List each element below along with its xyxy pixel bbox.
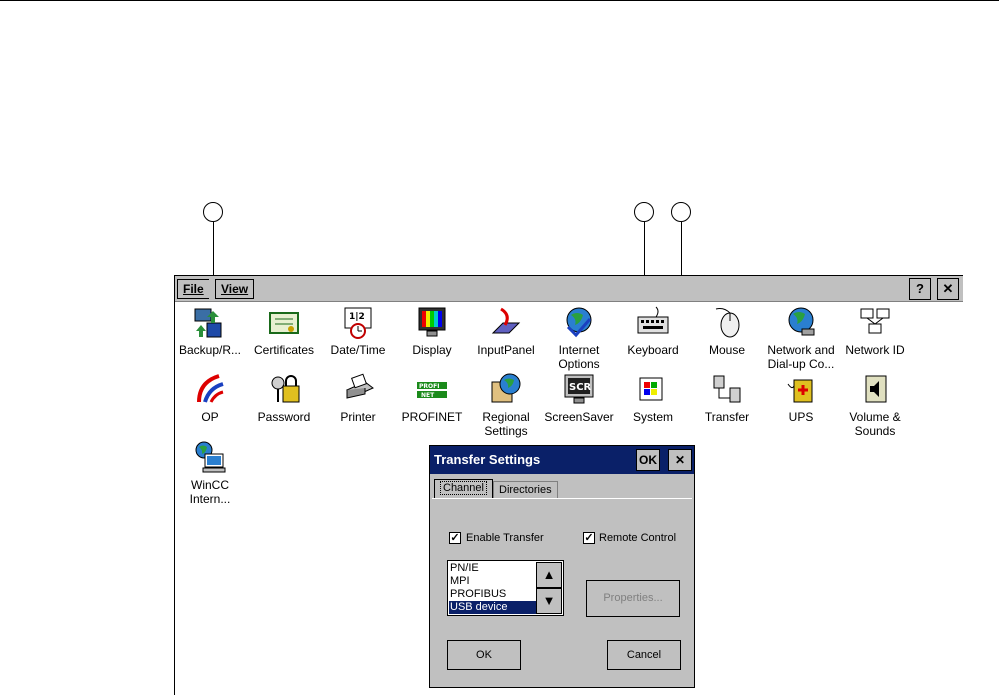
control-panel-item-regional-settings[interactable]: Regional Settings [468,372,544,438]
password-icon [271,375,300,403]
icon-label: WinCC Intern... [189,478,231,506]
control-panel-item-internet-options[interactable]: Internet Options [541,305,617,371]
icon-label: Network ID [845,343,905,357]
internet-options-icon [566,307,592,338]
keyboard-icon [637,306,669,334]
icon-label: PROFINET [401,410,463,424]
icon-label: Regional Settings [482,410,530,438]
menu-bar: File View ? ✕ [175,275,963,302]
svg-text:NET: NET [421,392,435,399]
control-panel-item-date-time[interactable]: 1|2 Date/Time [320,305,396,357]
remote-control-label: Remote Control [599,532,677,544]
ups-icon [787,379,813,403]
control-panel-item-network-dialup[interactable]: Network and Dial-up Co... [763,305,839,371]
list-item-selected[interactable]: USB device [449,601,537,614]
printer-icon [346,373,374,399]
properties-button[interactable]: Properties... [586,580,680,617]
svg-text:SCR: SCR [569,382,592,393]
control-panel-item-keyboard[interactable]: Keyboard [615,305,691,357]
callout-marker-2 [634,202,654,222]
icon-label: Date/Time [330,343,386,357]
callout-marker-3 [671,202,691,222]
icon-label: ScreenSaver [544,410,614,424]
system-icon [639,377,663,401]
svg-text:PROFI: PROFI [419,383,439,390]
page-top-rule [0,0,999,1]
scroll-up-button[interactable]: ▲ [536,562,562,588]
control-panel-item-volume-sounds[interactable]: Volume & Sounds [837,372,913,438]
control-panel-item-printer[interactable]: Printer [320,372,396,424]
dialog-close-button[interactable]: ✕ [668,449,692,471]
profinet-icon: PROFI NET [417,382,447,399]
menu-file[interactable]: File [177,279,209,299]
cancel-button[interactable]: Cancel [607,640,681,670]
control-panel-item-op[interactable]: OP [172,372,248,424]
menu-view[interactable]: View [215,279,255,299]
control-panel-item-screensaver[interactable]: SCR ScreenSaver [541,372,617,424]
screensaver-icon: SCR [564,374,594,404]
control-panel-item-password[interactable]: Password [246,372,322,424]
control-panel-item-input-panel[interactable]: InputPanel [468,305,544,357]
svg-text:1|2: 1|2 [349,312,365,322]
control-panel-item-display[interactable]: Display [394,305,470,357]
list-item[interactable]: MPI [449,575,537,588]
dialog-title-bar: Transfer Settings OK ✕ [430,446,694,474]
list-item[interactable]: PN/IE [449,562,537,575]
scroll-down-button[interactable]: ▼ [536,588,562,614]
tab-channel[interactable]: Channel [434,479,493,499]
ok-button[interactable]: OK [447,640,521,670]
control-panel-item-mouse[interactable]: Mouse [689,305,765,357]
icon-label: Password [257,410,311,424]
network-dialup-icon [788,307,815,336]
icon-label: OP [201,410,219,424]
enable-transfer-label: Enable Transfer [466,532,544,544]
icon-label: Mouse [708,343,746,357]
network-id-icon [860,308,890,334]
help-button[interactable]: ? [909,278,931,300]
certificates-icon [269,312,299,334]
icon-label: InputPanel [477,343,535,357]
regional-settings-icon [491,373,521,403]
control-panel-item-transfer[interactable]: Transfer [689,372,765,424]
dialog-title: Transfer Settings [434,452,541,467]
input-panel-icon [491,307,521,334]
volume-sounds-icon [865,375,887,403]
date-time-icon: 1|2 [344,307,372,339]
display-icon [418,307,446,337]
op-icon [197,374,224,403]
backup-restore-icon [194,308,222,338]
dialog-ok-title-button[interactable]: OK [636,449,660,471]
control-panel-item-network-id[interactable]: Network ID [837,305,913,357]
icon-label: Transfer [704,410,750,424]
control-panel-item-profinet[interactable]: PROFI NET PROFINET [394,372,470,424]
icon-label: Printer [340,410,376,424]
control-panel-item-backup-restore[interactable]: Backup/R... [172,305,248,357]
icon-label: Backup/R... [178,343,242,357]
control-panel-item-wincc-internet[interactable]: WinCC Intern... [172,440,248,506]
icon-label: System [632,410,673,424]
icon-label: Keyboard [627,343,679,357]
tab-directories[interactable]: Directories [493,481,558,499]
remote-control-checkbox[interactable]: ✓ [583,532,595,544]
transfer-icon [713,375,741,403]
icon-label: UPS [788,410,814,424]
close-button[interactable]: ✕ [937,278,959,300]
icon-label: Display [412,343,452,357]
icon-label: Volume & Sounds [849,410,901,438]
channel-listbox[interactable]: PN/IE MPI PROFIBUS USB device ▲ ▼ [447,560,564,616]
icon-label: Certificates [253,343,315,357]
enable-transfer-checkbox[interactable]: ✓ [449,532,461,544]
icon-label: Network and Dial-up Co... [767,343,835,371]
control-panel-item-ups[interactable]: UPS [763,372,839,424]
control-panel-item-certificates[interactable]: Certificates [246,305,322,357]
list-item[interactable]: PROFIBUS [449,588,537,601]
control-panel-item-system[interactable]: System [615,372,691,424]
icon-label: Internet Options [558,343,600,371]
mouse-icon [715,308,740,338]
callout-marker-1 [203,202,223,222]
wincc-internet-icon [195,441,226,473]
